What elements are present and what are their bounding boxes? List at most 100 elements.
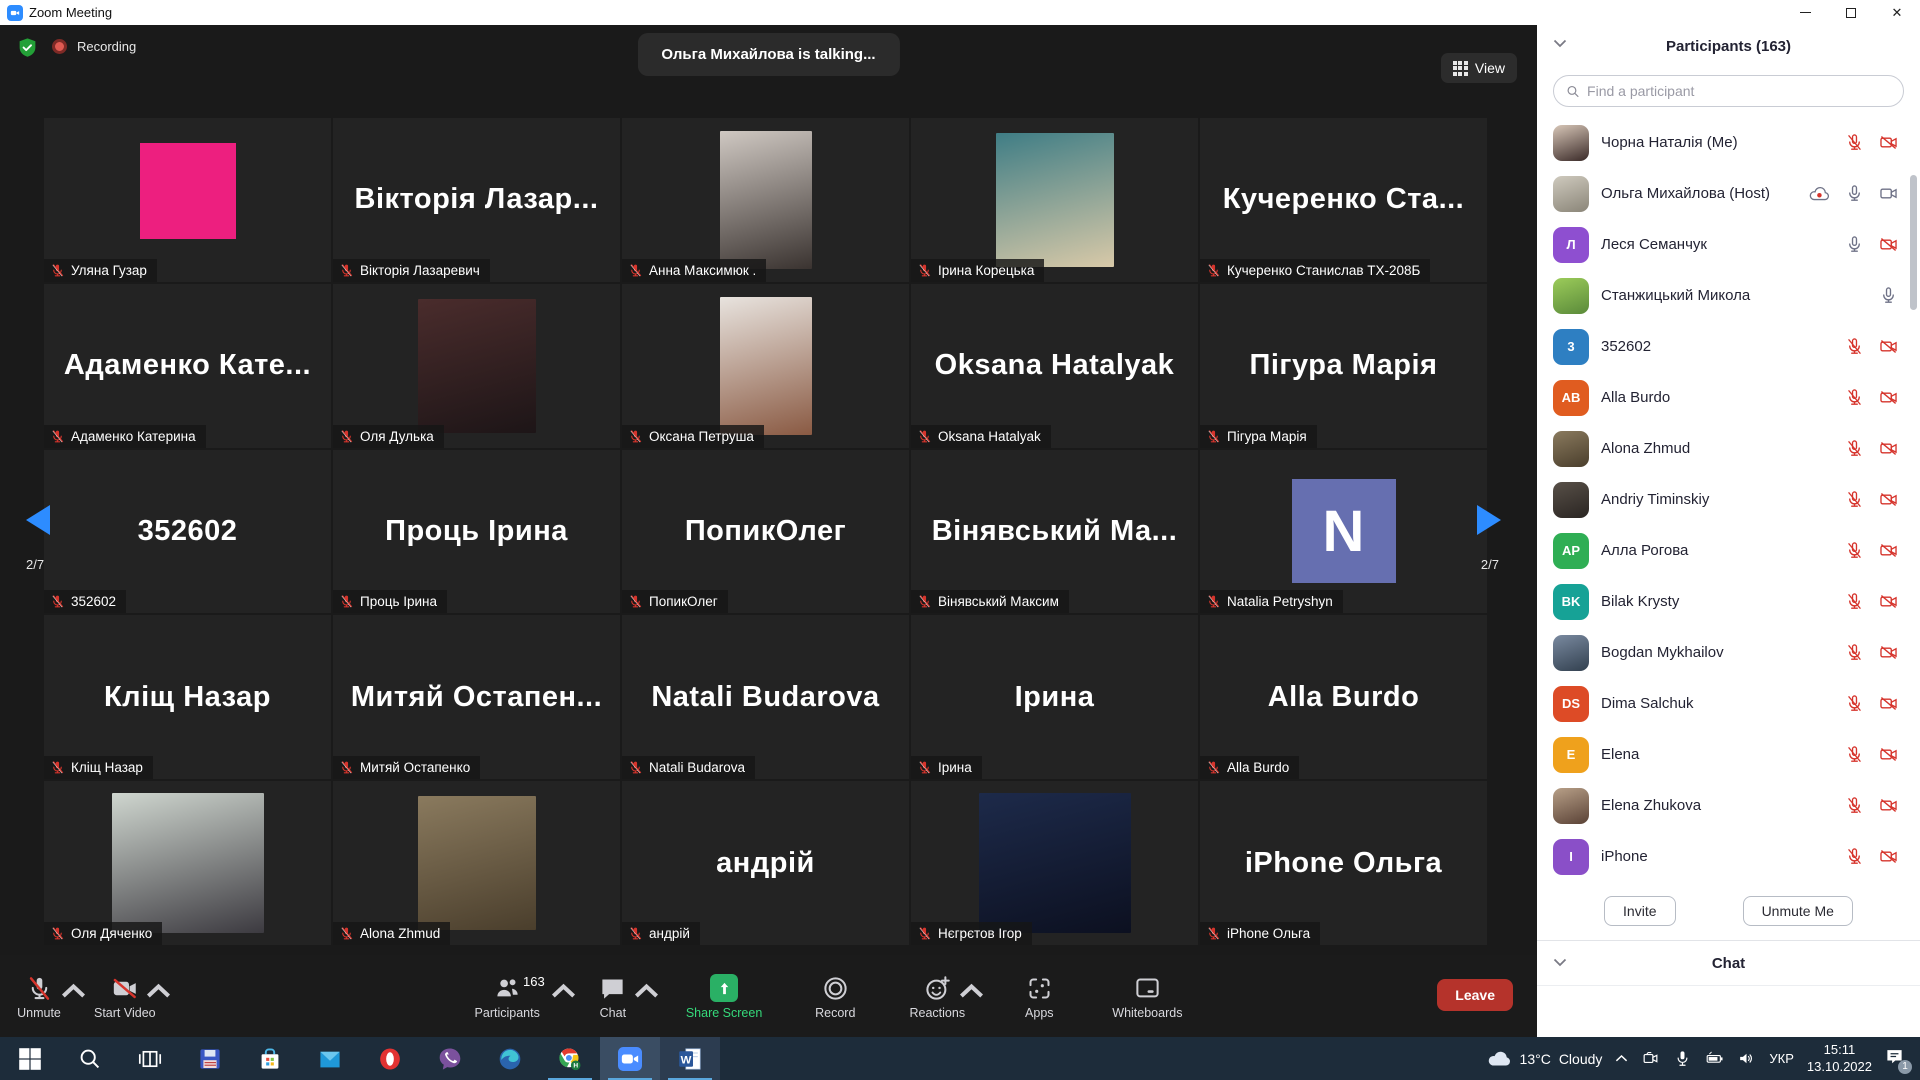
- taskbar-app-floppy[interactable]: [180, 1037, 240, 1080]
- taskbar-app-search[interactable]: [60, 1037, 120, 1080]
- notification-center-button[interactable]: 1: [1885, 1047, 1910, 1071]
- mic-status-icon[interactable]: [1845, 235, 1864, 254]
- video-tile[interactable]: ПопикОлег ПопикОлег: [622, 450, 909, 614]
- video-tile[interactable]: Вінявський Ма... Вінявський Максим: [911, 450, 1198, 614]
- camera-status-icon[interactable]: [1879, 133, 1898, 152]
- video-tile[interactable]: Alla Burdo Alla Burdo: [1200, 615, 1487, 779]
- minimize-button[interactable]: [1782, 0, 1828, 25]
- participants-caret[interactable]: [550, 978, 561, 986]
- participant-row[interactable]: 3 352602: [1537, 321, 1920, 372]
- camera-status-icon[interactable]: [1879, 337, 1898, 356]
- view-button[interactable]: View: [1441, 53, 1517, 83]
- video-tile[interactable]: андрій андрій: [622, 781, 909, 945]
- participant-row[interactable]: Andriy Timinskiy: [1537, 474, 1920, 525]
- taskbar-app-opera[interactable]: [360, 1037, 420, 1080]
- scrollbar-thumb[interactable]: [1910, 175, 1917, 310]
- weather-widget[interactable]: 13°C Cloudy: [1486, 1046, 1603, 1072]
- camera-status-icon[interactable]: [1879, 388, 1898, 407]
- camera-status-icon[interactable]: [1879, 745, 1898, 764]
- speaker-icon[interactable]: [1737, 1049, 1756, 1068]
- mic-status-icon[interactable]: [1845, 592, 1864, 611]
- participant-row[interactable]: E Elena: [1537, 729, 1920, 780]
- tray-mic-icon[interactable]: [1673, 1049, 1692, 1068]
- mic-status-icon[interactable]: [1845, 133, 1864, 152]
- participant-search[interactable]: [1553, 75, 1904, 107]
- video-tile[interactable]: Кучеренко Ста... Кучеренко Станислав ТХ-…: [1200, 118, 1487, 282]
- video-tile[interactable]: Митяй Остапен... Митяй Остапенко: [333, 615, 620, 779]
- whiteboards-button[interactable]: Whiteboards: [1112, 972, 1182, 1020]
- participant-row[interactable]: Bogdan Mykhailov: [1537, 627, 1920, 678]
- video-tile[interactable]: Оля Дяченко: [44, 781, 331, 945]
- video-tile[interactable]: Нєгрєтов Ігор: [911, 781, 1198, 945]
- video-tile[interactable]: Natali Budarova Natali Budarova: [622, 615, 909, 779]
- camera-status-icon[interactable]: [1879, 694, 1898, 713]
- unmute-me-button[interactable]: Unmute Me: [1743, 896, 1853, 926]
- participant-row[interactable]: AB Alla Burdo: [1537, 372, 1920, 423]
- camera-status-icon[interactable]: [1879, 184, 1898, 203]
- video-options-caret[interactable]: [145, 978, 156, 986]
- invite-button[interactable]: Invite: [1604, 896, 1675, 926]
- video-tile[interactable]: Оксана Петруша: [622, 284, 909, 448]
- participant-row[interactable]: Alona Zhmud: [1537, 423, 1920, 474]
- video-tile[interactable]: Alona Zhmud: [333, 781, 620, 945]
- video-tile[interactable]: Оля Дулька: [333, 284, 620, 448]
- video-tile[interactable]: Ірина Корецька: [911, 118, 1198, 282]
- mic-status-icon[interactable]: [1879, 286, 1898, 305]
- language-indicator[interactable]: УКР: [1769, 1051, 1794, 1066]
- tray-camera-icon[interactable]: [1641, 1049, 1660, 1068]
- camera-status-icon[interactable]: [1879, 541, 1898, 560]
- maximize-button[interactable]: [1828, 0, 1874, 25]
- video-tile[interactable]: Ірина Ірина: [911, 615, 1198, 779]
- prev-page-arrow[interactable]: [26, 505, 50, 535]
- mic-status-icon[interactable]: [1845, 643, 1864, 662]
- recording-indicator[interactable]: Recording: [52, 39, 136, 54]
- record-button[interactable]: Record: [806, 972, 864, 1020]
- leave-button[interactable]: Leave: [1437, 979, 1513, 1011]
- chevron-down-icon[interactable]: [1553, 39, 1567, 48]
- mic-status-icon[interactable]: [1845, 694, 1864, 713]
- start-video-button[interactable]: Start Video: [94, 972, 156, 1020]
- chat-section-header[interactable]: Chat: [1537, 941, 1920, 985]
- participant-row[interactable]: Станжицький Микола: [1537, 270, 1920, 321]
- unmute-button[interactable]: Unmute: [10, 972, 68, 1020]
- mic-status-icon[interactable]: [1845, 337, 1864, 356]
- taskbar-app-store[interactable]: [240, 1037, 300, 1080]
- participant-row[interactable]: Л Леся Семанчук: [1537, 219, 1920, 270]
- taskbar-app-zoom[interactable]: [600, 1037, 660, 1080]
- mic-status-icon[interactable]: [1845, 541, 1864, 560]
- taskbar-app-chrome[interactable]: H: [540, 1037, 600, 1080]
- chat-button[interactable]: Chat: [584, 972, 642, 1020]
- chat-caret[interactable]: [633, 978, 644, 986]
- video-tile[interactable]: Адаменко Кате... Адаменко Катерина: [44, 284, 331, 448]
- mic-status-icon[interactable]: [1845, 439, 1864, 458]
- participant-row[interactable]: DS Dima Salchuk: [1537, 678, 1920, 729]
- participant-row[interactable]: Elena Zhukova: [1537, 780, 1920, 831]
- taskbar-app-viber[interactable]: [420, 1037, 480, 1080]
- mic-status-icon[interactable]: [1845, 847, 1864, 866]
- participants-button[interactable]: 163 Participants: [475, 972, 540, 1020]
- video-tile[interactable]: Пігура Марія Пігура Марія: [1200, 284, 1487, 448]
- video-tile[interactable]: Oksana Hatalyak Oksana Hatalyak: [911, 284, 1198, 448]
- search-input[interactable]: [1587, 83, 1891, 99]
- video-tile[interactable]: 352602 352602: [44, 450, 331, 614]
- mic-status-icon[interactable]: [1845, 490, 1864, 509]
- video-tile[interactable]: Вікторія Лазар... Вікторія Лазаревич: [333, 118, 620, 282]
- camera-status-icon[interactable]: [1879, 847, 1898, 866]
- reactions-caret[interactable]: [958, 978, 969, 986]
- taskbar-app-word[interactable]: W: [660, 1037, 720, 1080]
- hidden-icons-chevron[interactable]: [1615, 1054, 1628, 1063]
- taskbar-app-start[interactable]: [0, 1037, 60, 1080]
- participant-row[interactable]: BK Bilak Krysty: [1537, 576, 1920, 627]
- video-tile[interactable]: Проць Ірина Проць Ірина: [333, 450, 620, 614]
- reactions-button[interactable]: Reactions: [908, 972, 966, 1020]
- mic-status-icon[interactable]: [1845, 184, 1864, 203]
- mic-status-icon[interactable]: [1845, 796, 1864, 815]
- clock[interactable]: 15:11 13.10.2022: [1807, 1042, 1872, 1076]
- video-tile[interactable]: N Natalia Petryshyn: [1200, 450, 1487, 614]
- close-button[interactable]: ✕: [1874, 0, 1920, 25]
- camera-status-icon[interactable]: [1879, 643, 1898, 662]
- participant-row[interactable]: Чорна Наталія (Me): [1537, 117, 1920, 168]
- next-page-arrow[interactable]: [1477, 505, 1501, 535]
- video-tile[interactable]: Анна Максимюк .: [622, 118, 909, 282]
- apps-button[interactable]: Apps: [1010, 972, 1068, 1020]
